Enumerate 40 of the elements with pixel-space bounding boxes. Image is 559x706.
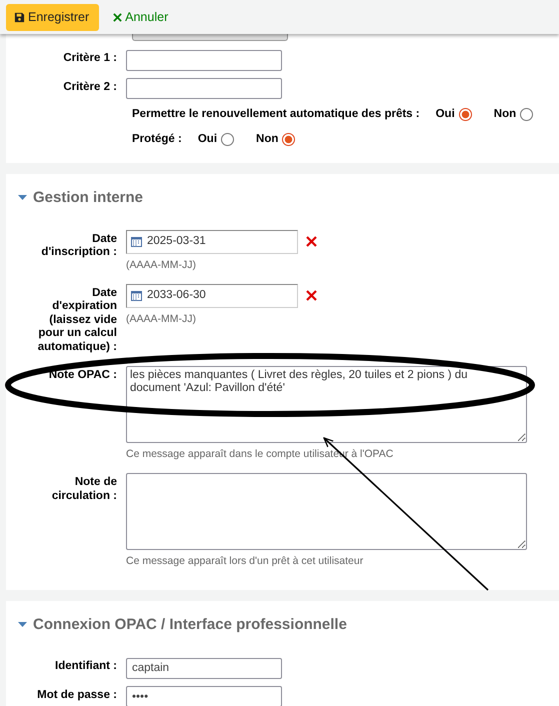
field-label: Date d'inscription : — [40, 232, 117, 260]
field-label: Critère 1 : — [62, 51, 117, 66]
save-button[interactable]: Enregistrer — [6, 4, 100, 30]
field-label: Critère 2 : — [62, 80, 117, 94]
help-text: Ce message apparaît lors d'un prêt à cet utilisateur — [126, 555, 364, 568]
text-area[interactable]: les pièces manquantes ( Livret des règles, 20 tuiles et 2 pions ) du document 'Azul: Pavillon d'été' — [126, 366, 527, 443]
radio-button[interactable] — [520, 108, 534, 122]
input-field[interactable] — [126, 78, 282, 99]
input-field[interactable]: captain — [126, 658, 282, 678]
select-field[interactable] — [132, 34, 288, 41]
radio-label: Oui — [436, 107, 455, 122]
radio-label: Oui — [198, 132, 218, 148]
section-title: Connexion OPAC / Interface professionnelle — [33, 615, 347, 635]
date-field[interactable]: 2033-06-30 — [126, 284, 298, 308]
date-field[interactable]: 2025-03-31 — [126, 230, 298, 254]
help-text: (AAAA-MM-JJ) — [126, 258, 197, 272]
input-field[interactable]: •••• — [126, 686, 282, 706]
radio-label: Non — [494, 107, 516, 122]
field-label: Mot de passe : — [36, 688, 117, 702]
calendar-icon[interactable] — [131, 290, 142, 301]
section-title: Gestion interne — [33, 188, 144, 208]
clear-icon[interactable] — [306, 290, 317, 301]
radio-label: Non — [256, 132, 278, 148]
radio-button[interactable] — [221, 133, 234, 146]
caret-icon[interactable] — [18, 622, 27, 628]
close-icon — [113, 12, 122, 22]
input-field[interactable] — [126, 50, 282, 70]
field-label: Date d'expiration (laissez vide pour un calcul automatique) : — [36, 286, 117, 354]
field-label: Protégé : — [132, 132, 182, 148]
help-text: (AAAA-MM-JJ) — [126, 312, 197, 326]
field-label: Identifiant : — [54, 659, 117, 674]
caret-icon[interactable] — [18, 194, 27, 200]
field-label: Permettre le renouvellement automatique des prêts : — [132, 107, 420, 122]
radio-button[interactable] — [282, 133, 296, 146]
clear-icon[interactable] — [306, 236, 317, 247]
calendar-icon[interactable] — [131, 236, 142, 247]
cancel-link[interactable]: Annuler — [113, 8, 168, 26]
radio-button[interactable] — [458, 108, 472, 122]
text-area[interactable] — [126, 473, 527, 550]
field-label: Note de circulation : — [50, 475, 117, 504]
